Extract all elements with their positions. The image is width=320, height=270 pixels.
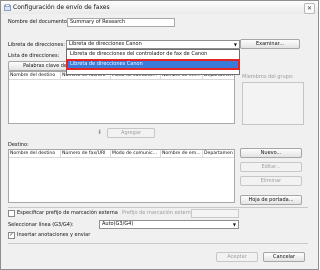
col-company-name[interactable]: Nombre de em... <box>161 150 203 157</box>
close-button[interactable]: ✕ <box>304 3 315 14</box>
separator <box>8 243 308 244</box>
separator <box>8 207 308 208</box>
keyword-button[interactable]: Palabras clave de <box>8 61 70 71</box>
cover-sheet-button[interactable]: Hoja de portada... <box>240 195 302 205</box>
window-title: Configuración de envío de faxes <box>13 4 110 11</box>
addressbook-dropdown-list[interactable]: Libreta de direcciones del controlador d… <box>66 49 240 75</box>
addressbook-selected: Libreta de direcciones Canon <box>69 41 142 47</box>
dropdown-option[interactable]: Libreta de direcciones del controlador d… <box>68 51 238 58</box>
accept-button[interactable]: Aceptar <box>216 252 258 262</box>
col-department[interactable]: Departamento <box>203 150 233 157</box>
destination-label: Destino: <box>8 142 29 148</box>
add-button[interactable]: Agregar <box>107 128 155 138</box>
prefix-checkbox[interactable] <box>8 210 15 217</box>
fax-settings-dialog: Configuración de envío de faxes ✕ Nombre… <box>0 0 319 270</box>
annotations-checkbox[interactable]: ✓ <box>8 232 15 239</box>
line-label: Seleccionar línea (G3/G4): <box>8 222 74 228</box>
cancel-button[interactable]: Cancelar <box>263 252 305 262</box>
group-members-list <box>242 82 304 125</box>
prefix-field-label: Prefijo de marcación externa: <box>122 210 196 216</box>
destination-table[interactable]: Nombre del destino Número de fax/URI Mod… <box>8 149 235 203</box>
dropdown-option-selected[interactable]: Libreta de direcciones Canon <box>66 59 240 70</box>
doc-name-label: Nombre del documento: <box>8 19 69 25</box>
address-list-label: Lista de direcciones: <box>8 53 60 59</box>
col-destination-name[interactable]: Nombre del destino <box>9 150 61 157</box>
line-selected: Auto(G3/G4) <box>102 221 134 227</box>
delete-button[interactable]: Eliminar <box>240 176 302 186</box>
chevron-down-icon: ▼ <box>232 222 236 227</box>
close-icon: ✕ <box>306 5 313 12</box>
annotations-label: Insertar anotaciones y enviar <box>17 232 91 238</box>
group-members-label: Miembros del grupo: <box>242 74 294 80</box>
line-select[interactable]: Auto(G3/G4) ▼ <box>99 220 239 229</box>
edit-button[interactable]: Editar... <box>240 162 302 172</box>
col-fax-number[interactable]: Número de fax/URI <box>61 150 111 157</box>
chevron-down-icon: ▼ <box>233 42 237 47</box>
addressbook-label: Libreta de direcciones: <box>8 42 65 48</box>
doc-name-input[interactable]: Summary of Research <box>67 18 175 27</box>
prefix-checkbox-label: Especificar prefijo de marcación externa <box>17 210 118 216</box>
col-comm-mode[interactable]: Modo de comunic... <box>111 150 161 157</box>
arrow-down-icon: ⬇ <box>97 129 103 136</box>
title-bar: Configuración de envío de faxes ✕ <box>1 1 318 14</box>
address-list-table[interactable]: Nombre del destino Número de fax/URI Mod… <box>8 71 235 124</box>
col-destination-name[interactable]: Nombre del destino <box>9 72 61 79</box>
fax-app-icon <box>4 4 11 11</box>
destination-header: Nombre del destino Número de fax/URI Mod… <box>9 150 234 158</box>
examine-button[interactable]: Examinar... <box>240 39 300 49</box>
prefix-input[interactable] <box>191 209 239 218</box>
addressbook-select[interactable]: Libreta de direcciones Canon ▼ <box>66 40 240 49</box>
new-button[interactable]: Nuevo... <box>240 148 302 158</box>
